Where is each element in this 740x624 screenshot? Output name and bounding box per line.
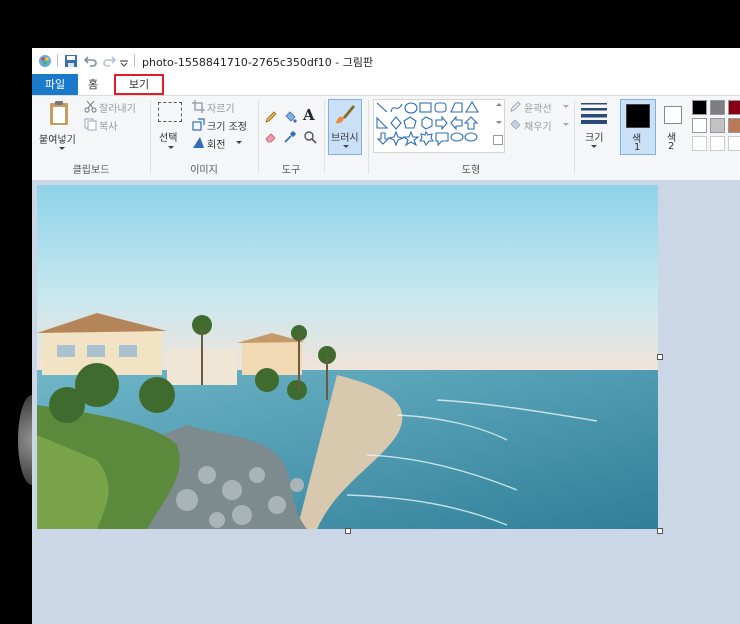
paste-chevron-down-icon [59, 147, 65, 150]
title-bar: photo-1558841710-2765c350df10 - 그림판 [32, 48, 740, 74]
crop-button[interactable]: 자르기 [192, 100, 262, 116]
select-label: 선택 [159, 133, 178, 144]
undo-icon[interactable] [83, 54, 98, 71]
rotate-label: 회전 [207, 140, 226, 151]
paint-app-icon [38, 54, 52, 71]
brush-button[interactable]: 브러시 [328, 99, 362, 155]
divider [57, 54, 58, 67]
palette-swatch[interactable] [728, 100, 740, 115]
gallery-scroll-down-icon[interactable] [496, 121, 502, 124]
color-palette [692, 100, 740, 156]
tab-home[interactable]: 홈 [78, 74, 108, 95]
window-title: photo-1558841710-2765c350df10 - 그림판 [142, 56, 374, 69]
outline-button[interactable]: 윤곽선 [509, 100, 571, 116]
group-separator [574, 100, 575, 174]
copy-button[interactable]: 복사 [84, 118, 144, 134]
group-label-image: 이미지 [190, 165, 218, 176]
eraser-icon[interactable] [264, 130, 278, 147]
group-label-tools: 도구 [281, 165, 301, 176]
select-button[interactable]: 선택 [154, 100, 188, 156]
color1-button[interactable]: 색 1 [620, 99, 656, 155]
color-picker-icon[interactable] [283, 130, 297, 147]
group-label-shapes: 도형 [461, 165, 481, 176]
ribbon-tabs: 파일 홈 보기 [32, 74, 740, 95]
color1-label-bottom: 1 [634, 142, 641, 153]
line-width-icon [581, 102, 607, 127]
brush-icon [333, 103, 357, 130]
resize-handle-bottom[interactable] [345, 528, 351, 534]
shapes-gallery[interactable] [373, 99, 505, 153]
fill-button[interactable]: 채우기 [509, 118, 571, 134]
text-tool-icon[interactable]: A [303, 106, 315, 124]
color2-label-bottom: 2 [668, 141, 675, 152]
fill-chevron-down-icon [563, 123, 569, 126]
rotate-icon [192, 136, 205, 152]
palette-swatch[interactable] [710, 118, 725, 133]
color2-button[interactable]: 색 2 [660, 99, 690, 155]
fill-label: 채우기 [524, 122, 552, 133]
tab-file[interactable]: 파일 [32, 74, 78, 95]
paste-label: 붙여넣기 [39, 135, 76, 146]
outline-pen-icon [509, 100, 522, 116]
resize-handle-right[interactable] [657, 354, 663, 360]
select-chevron-down-icon [168, 146, 174, 149]
canvas-image[interactable] [37, 185, 658, 529]
fill-bucket-small-icon [509, 118, 522, 134]
rotate-button[interactable]: 회전 [192, 136, 262, 152]
resize-label: 크기 조정 [207, 122, 247, 133]
palette-empty-swatch[interactable] [692, 136, 707, 151]
palette-swatch[interactable] [710, 100, 725, 115]
copy-icon [84, 118, 97, 134]
customize-quick-access-chevron-down-icon[interactable] [120, 57, 128, 70]
clipboard-icon [48, 100, 70, 129]
rotate-chevron-down-icon [236, 141, 242, 144]
copy-label: 복사 [99, 122, 118, 133]
resize-icon [192, 118, 205, 134]
brush-chevron-down-icon [343, 145, 349, 148]
cut-button[interactable]: 잘라내기 [84, 100, 144, 116]
color1-swatch [626, 104, 650, 128]
palette-empty-swatch[interactable] [710, 136, 725, 151]
scissors-icon [84, 100, 97, 116]
cut-label: 잘라내기 [99, 104, 136, 115]
group-label-clipboard: 클립보드 [72, 165, 110, 176]
group-separator [324, 100, 325, 174]
palette-swatch[interactable] [692, 100, 707, 115]
brush-label: 브러시 [331, 133, 359, 144]
outline-chevron-down-icon [563, 105, 569, 108]
palette-swatch[interactable] [728, 118, 740, 133]
outline-label: 윤곽선 [524, 104, 552, 115]
paint-window: photo-1558841710-2765c350df10 - 그림판 파일 홈… [32, 48, 740, 624]
size-button[interactable]: 크기 [578, 100, 610, 156]
tab-view[interactable]: 보기 [114, 74, 164, 95]
resize-handle-corner[interactable] [657, 528, 663, 534]
redo-icon[interactable] [102, 54, 117, 71]
pencil-icon[interactable] [264, 110, 278, 127]
fill-bucket-icon[interactable] [283, 110, 297, 127]
magnifier-icon[interactable] [303, 130, 317, 147]
palette-empty-swatch[interactable] [728, 136, 740, 151]
paste-button[interactable]: 붙여넣기 [36, 100, 76, 156]
canvas-workspace[interactable] [32, 180, 740, 624]
ribbon: 붙여넣기 잘라내기 복사 클립보드 선택 자르기 크기 조정 회전 이미지 A … [32, 95, 740, 181]
divider [134, 54, 135, 67]
crop-label: 자르기 [207, 104, 235, 115]
color2-swatch [664, 106, 682, 124]
size-label: 크기 [585, 133, 604, 144]
crop-icon [192, 100, 205, 116]
size-chevron-down-icon [591, 145, 597, 148]
shape-icons [376, 100, 479, 147]
coastal-photo [37, 185, 658, 529]
save-icon[interactable] [64, 54, 78, 71]
desktop-background [0, 0, 46, 624]
gallery-scroll-up-icon[interactable] [496, 103, 502, 106]
palette-swatch[interactable] [692, 118, 707, 133]
selection-rectangle-icon [158, 102, 182, 122]
gallery-expand-icon[interactable] [493, 135, 503, 145]
resize-button[interactable]: 크기 조정 [192, 118, 272, 134]
